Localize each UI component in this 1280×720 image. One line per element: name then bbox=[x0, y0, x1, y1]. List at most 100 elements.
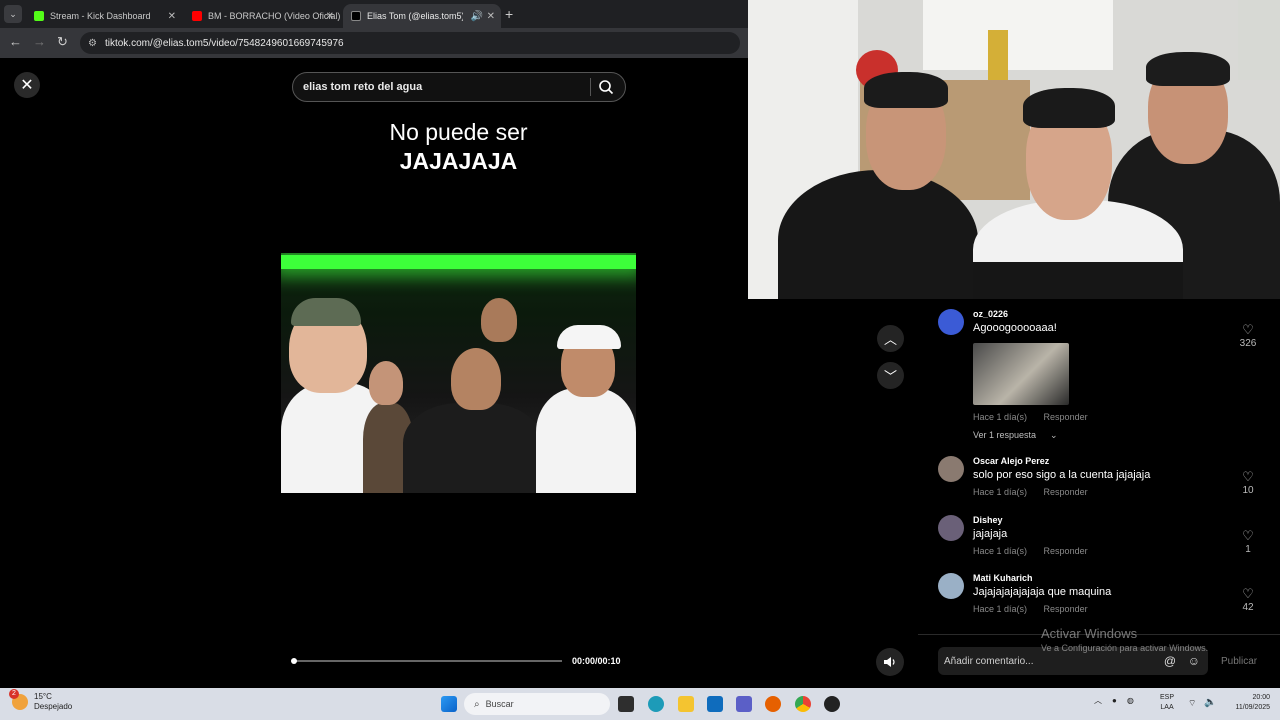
wifi-icon[interactable]: ⌔ bbox=[1188, 698, 1196, 709]
new-tab-button[interactable]: + bbox=[505, 6, 513, 22]
comment-placeholder: Añadir comentario... bbox=[944, 655, 1034, 667]
notification-badge: 2 bbox=[9, 689, 19, 699]
language-code: ESP bbox=[1160, 694, 1175, 701]
firefox-icon[interactable] bbox=[765, 696, 781, 712]
avatar[interactable] bbox=[938, 573, 964, 599]
file-explorer-icon[interactable] bbox=[678, 696, 694, 712]
video-caption: No puede ser JAJAJAJA bbox=[281, 118, 636, 176]
reply-link[interactable]: Responder bbox=[1044, 604, 1088, 614]
neon-light bbox=[281, 255, 636, 269]
comment-username[interactable]: oz_0226 bbox=[973, 309, 1008, 319]
headset-icon[interactable]: ◍ bbox=[1127, 696, 1134, 705]
clock-time: 20:00 bbox=[1252, 694, 1270, 701]
caption-line-1: No puede ser bbox=[389, 119, 528, 145]
reload-icon[interactable]: ↻ bbox=[57, 34, 68, 50]
person-body bbox=[778, 170, 978, 299]
hair bbox=[1023, 88, 1115, 128]
video-progress-bar[interactable] bbox=[292, 660, 562, 662]
like-button[interactable]: ♡ 42 bbox=[1235, 587, 1261, 613]
clock[interactable]: 20:00 11/09/2025 bbox=[1226, 693, 1270, 713]
reply-link[interactable]: Responder bbox=[1044, 487, 1088, 497]
previous-video-button[interactable]: ︿ bbox=[877, 325, 904, 352]
volume-icon[interactable]: 🔈 bbox=[1204, 697, 1216, 708]
heart-icon: ♡ bbox=[1242, 528, 1254, 543]
comment-item: oz_0226 Agooogooooaaa! Hace 1 día(s) Res… bbox=[938, 307, 1258, 447]
chrome-icon[interactable] bbox=[795, 696, 811, 712]
like-button[interactable]: ♡ 1 bbox=[1235, 529, 1261, 555]
speaker-icon bbox=[884, 657, 895, 667]
like-count: 42 bbox=[1242, 602, 1254, 613]
comment-time: Hace 1 día(s) bbox=[973, 412, 1028, 422]
next-video-button[interactable]: ﹀ bbox=[877, 362, 904, 389]
taskbar-search-placeholder: Buscar bbox=[485, 699, 514, 709]
comment-text: solo por eso sigo a la cuenta jajajaja bbox=[973, 469, 1151, 481]
tiktok-search-input[interactable]: elias tom reto del agua bbox=[292, 72, 626, 102]
tab-label: Elias Tom (@elias.tom5) | TikTok bbox=[367, 11, 463, 21]
heart-icon: ♡ bbox=[1242, 586, 1254, 601]
tab-search-button[interactable]: ⌄ bbox=[4, 5, 22, 23]
comment-item: Mati Kuharich Jajajajajajajaja que maqui… bbox=[938, 571, 1258, 619]
tab-label: BM - BORRACHO (Video Oficial) bbox=[208, 11, 340, 21]
task-view-icon[interactable] bbox=[618, 696, 634, 712]
edge-icon[interactable] bbox=[648, 696, 664, 712]
comments-panel: oz_0226 Agooogooooaaa! Hace 1 día(s) Res… bbox=[918, 299, 1280, 634]
weather-widget[interactable]: 2 15°C Despejado bbox=[9, 689, 72, 712]
tab-kick-dashboard[interactable]: Stream - Kick Dashboard ✕ bbox=[26, 4, 182, 28]
back-arrow-icon[interactable]: ← bbox=[9, 34, 22, 49]
person-body bbox=[536, 388, 636, 493]
volume-button[interactable] bbox=[876, 648, 904, 676]
comment-meta: Hace 1 día(s) Responder bbox=[973, 412, 1102, 422]
view-replies-link[interactable]: Ver 1 respuesta ⌄ bbox=[973, 430, 1072, 441]
avatar[interactable] bbox=[938, 309, 964, 335]
like-button[interactable]: ♡ 326 bbox=[1235, 323, 1261, 349]
reply-link[interactable]: Responder bbox=[1044, 412, 1088, 422]
person-body bbox=[403, 403, 543, 493]
language-indicator[interactable]: ESP LAA bbox=[1160, 693, 1174, 713]
comment-text: Jajajajajajajaja que maquina bbox=[973, 586, 1112, 598]
mention-icon[interactable]: @ bbox=[1164, 654, 1176, 668]
comment-text: jajajaja bbox=[973, 528, 1008, 540]
reply-link[interactable]: Responder bbox=[1044, 546, 1088, 556]
teams-icon[interactable] bbox=[736, 696, 752, 712]
kick-favicon-icon bbox=[34, 11, 44, 21]
progress-handle[interactable] bbox=[291, 658, 297, 664]
site-settings-icon[interactable]: ⚙ bbox=[88, 38, 97, 49]
taskbar-search[interactable]: ⌕ Buscar bbox=[464, 693, 610, 715]
tab-close-icon[interactable]: ✕ bbox=[487, 11, 495, 22]
windows-start-icon[interactable] bbox=[441, 696, 457, 712]
avatar[interactable] bbox=[938, 515, 964, 541]
hair bbox=[864, 72, 948, 108]
webcam-overlay bbox=[748, 0, 1280, 299]
emoji-icon[interactable]: ☺ bbox=[1188, 654, 1200, 668]
speaker-icon[interactable]: 🔊 bbox=[471, 11, 483, 22]
obs-icon[interactable] bbox=[824, 696, 840, 712]
like-button[interactable]: ♡ 10 bbox=[1235, 470, 1261, 496]
comment-time: Hace 1 día(s) bbox=[973, 604, 1028, 614]
tab-close-icon[interactable]: ✕ bbox=[326, 11, 334, 22]
comment-username[interactable]: Mati Kuharich bbox=[973, 573, 1033, 583]
outlook-icon[interactable] bbox=[707, 696, 723, 712]
search-icon[interactable] bbox=[598, 79, 614, 95]
avatar[interactable] bbox=[938, 456, 964, 482]
tab-youtube-video[interactable]: BM - BORRACHO (Video Oficial) ✕ bbox=[184, 4, 340, 28]
video-time: 00:00/00:10 bbox=[572, 656, 621, 666]
address-bar[interactable]: ⚙ tiktok.com/@elias.tom5/video/754824960… bbox=[80, 32, 740, 54]
forward-arrow-icon[interactable]: → bbox=[33, 34, 46, 49]
video-frame[interactable] bbox=[281, 253, 636, 493]
tray-app-icon[interactable]: ● bbox=[1112, 696, 1117, 705]
person-head bbox=[369, 361, 403, 405]
comment-username[interactable]: Dishey bbox=[973, 515, 1003, 525]
comment-gif[interactable] bbox=[973, 343, 1069, 405]
trophy bbox=[988, 30, 1008, 80]
cap bbox=[291, 298, 361, 326]
publish-button[interactable]: Publicar bbox=[1221, 656, 1257, 667]
comment-meta: Hace 1 día(s) Responder bbox=[973, 604, 1102, 614]
close-viewer-button[interactable]: ✕ bbox=[14, 72, 40, 98]
chevron-up-icon[interactable]: ︿ bbox=[1094, 695, 1102, 706]
clock-date: 11/09/2025 bbox=[1235, 704, 1270, 711]
heart-icon: ♡ bbox=[1242, 469, 1254, 484]
tab-tiktok[interactable]: Elias Tom (@elias.tom5) | TikTok 🔊 ✕ bbox=[343, 4, 501, 28]
comment-item: Oscar Alejo Perez solo por eso sigo a la… bbox=[938, 454, 1258, 502]
comment-username[interactable]: Oscar Alejo Perez bbox=[973, 456, 1049, 466]
tab-close-icon[interactable]: ✕ bbox=[168, 11, 176, 22]
